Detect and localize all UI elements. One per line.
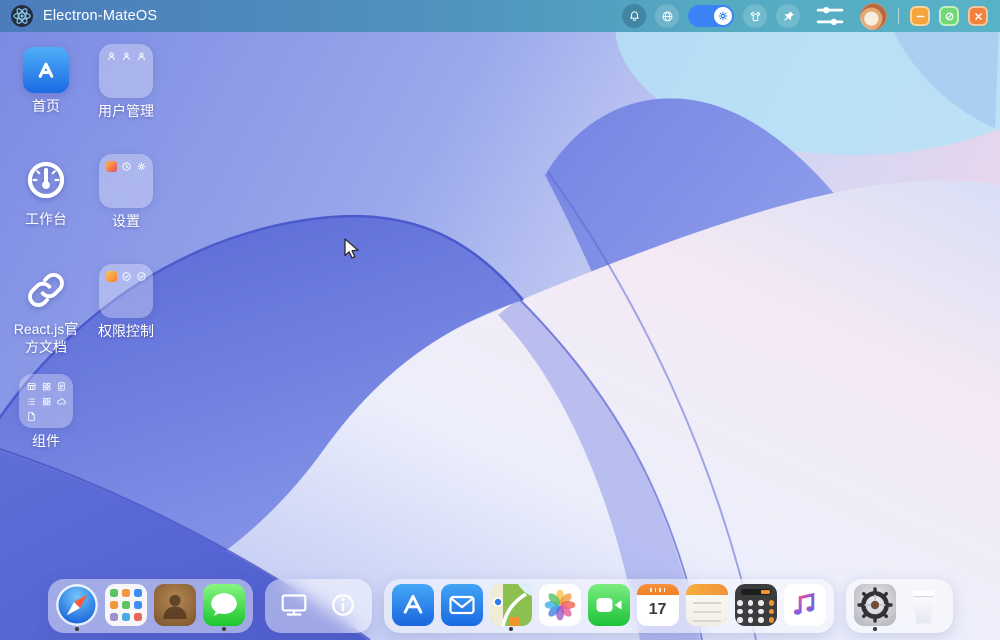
- dock-photos[interactable]: [539, 584, 581, 631]
- display-icon: [273, 584, 315, 626]
- desktop-icon-home[interactable]: 首页: [6, 44, 86, 116]
- launchpad-icon: [105, 584, 147, 626]
- trash-icon: [903, 584, 945, 626]
- toggle-knob-gear-icon: [714, 7, 732, 25]
- desktop-icon-react-docs[interactable]: React.js官方文档: [6, 264, 86, 356]
- running-indicator: [509, 627, 513, 631]
- desktop-icon-label: 权限控制: [87, 323, 165, 341]
- pin-button[interactable]: [776, 4, 800, 28]
- facetime-icon: [588, 584, 630, 626]
- safari-icon: [56, 584, 98, 626]
- dashboard-icon: [20, 154, 72, 206]
- app-title: Electron-MateOS: [43, 8, 157, 24]
- dock-notes[interactable]: [686, 584, 728, 631]
- minimize-button[interactable]: [910, 6, 930, 26]
- theme-toggle[interactable]: [688, 5, 734, 27]
- desktop-icon-label: 工作台: [7, 211, 85, 229]
- desktop-icon-workbench[interactable]: 工作台: [6, 154, 86, 229]
- app-store-icon: [392, 584, 434, 626]
- divider: [898, 8, 899, 24]
- language-globe-button[interactable]: [655, 4, 679, 28]
- dock-launchpad[interactable]: [105, 584, 147, 631]
- desktop-icon-settings[interactable]: 设置: [86, 154, 166, 231]
- chip-orange-badge-icon: [106, 271, 117, 282]
- grid-badge-icon: [41, 381, 52, 392]
- photos-icon: [539, 584, 581, 626]
- desktop-icon-label: React.js官方文档: [7, 321, 85, 356]
- app-store-a-icon: [23, 47, 69, 93]
- dock-trash[interactable]: [903, 584, 945, 631]
- dock-group-2: 17: [384, 579, 834, 633]
- list-badge-icon: [26, 396, 37, 407]
- maximize-button[interactable]: [939, 6, 959, 26]
- user-management-folder-icon: [99, 44, 153, 98]
- info-icon: [322, 584, 364, 626]
- titlebar: Electron-MateOS: [0, 0, 1000, 32]
- permission-control-folder-icon: [99, 264, 153, 318]
- dock-safari[interactable]: [56, 584, 98, 631]
- user-avatar[interactable]: [860, 3, 887, 30]
- chip-red-badge-icon: [106, 161, 117, 172]
- doc-badge-icon: [56, 381, 67, 392]
- music-icon: [784, 584, 826, 626]
- screen: Electron-MateOS: [0, 0, 1000, 640]
- desktop-icon-components[interactable]: 组件: [6, 374, 86, 451]
- dock: 17: [0, 579, 1000, 633]
- dock-music[interactable]: [784, 584, 826, 631]
- gear-badge-icon: [136, 161, 147, 172]
- link-icon: [20, 264, 72, 316]
- dock-calculator[interactable]: [735, 584, 777, 631]
- table-badge-icon: [26, 381, 37, 392]
- running-indicator: [873, 627, 877, 631]
- check-circle-badge-icon: [121, 271, 132, 282]
- desktop-icon-label: 设置: [87, 213, 165, 231]
- user-badge-icon: [106, 51, 117, 62]
- dock-app-store[interactable]: [392, 584, 434, 631]
- electron-logo-icon: [10, 4, 34, 28]
- desktop-icon-label: 首页: [7, 98, 85, 116]
- dock-group-1: [265, 579, 372, 633]
- desktop-icon-user-management[interactable]: 用户管理: [86, 44, 166, 121]
- appearance-tshirt-button[interactable]: [743, 4, 767, 28]
- dock-facetime[interactable]: [588, 584, 630, 631]
- calculator-icon: [735, 584, 777, 626]
- dock-mail[interactable]: [441, 584, 483, 631]
- calendar-icon: 17: [637, 584, 679, 626]
- notes-icon: [686, 584, 728, 626]
- dock-display[interactable]: [273, 584, 315, 631]
- dock-maps[interactable]: [490, 584, 532, 631]
- settings-folder-icon: [99, 154, 153, 208]
- cloud-badge-icon: [56, 396, 67, 407]
- dock-messages[interactable]: [203, 584, 245, 631]
- grid-badge-icon: [41, 396, 52, 407]
- dock-info[interactable]: [322, 584, 364, 631]
- notification-bell-button[interactable]: [622, 4, 646, 28]
- dock-system-settings[interactable]: [854, 584, 896, 631]
- desktop-icon-label: 用户管理: [87, 103, 165, 121]
- clock-badge-icon: [121, 161, 132, 172]
- contacts-icon: [154, 584, 196, 626]
- calendar-day: 17: [637, 595, 679, 624]
- user-badge-icon: [136, 51, 147, 62]
- desktop-icon-permission-control[interactable]: 权限控制: [86, 264, 166, 341]
- dock-group-3: [846, 579, 953, 633]
- dock-contacts[interactable]: [154, 584, 196, 631]
- preferences-sliders-button[interactable]: [809, 0, 851, 37]
- check-circle-badge-icon: [136, 271, 147, 282]
- close-button[interactable]: [968, 6, 988, 26]
- maps-icon: [490, 584, 532, 626]
- dock-group-0: [48, 579, 253, 633]
- running-indicator: [75, 627, 79, 631]
- file-badge-icon: [26, 411, 37, 422]
- messages-icon: [203, 584, 245, 626]
- components-folder-icon: [19, 374, 73, 428]
- system-settings-icon: [854, 584, 896, 626]
- user-badge-icon: [121, 51, 132, 62]
- desktop-icon-label: 组件: [7, 433, 85, 451]
- mail-icon: [441, 584, 483, 626]
- running-indicator: [222, 627, 226, 631]
- dock-calendar[interactable]: 17: [637, 584, 679, 631]
